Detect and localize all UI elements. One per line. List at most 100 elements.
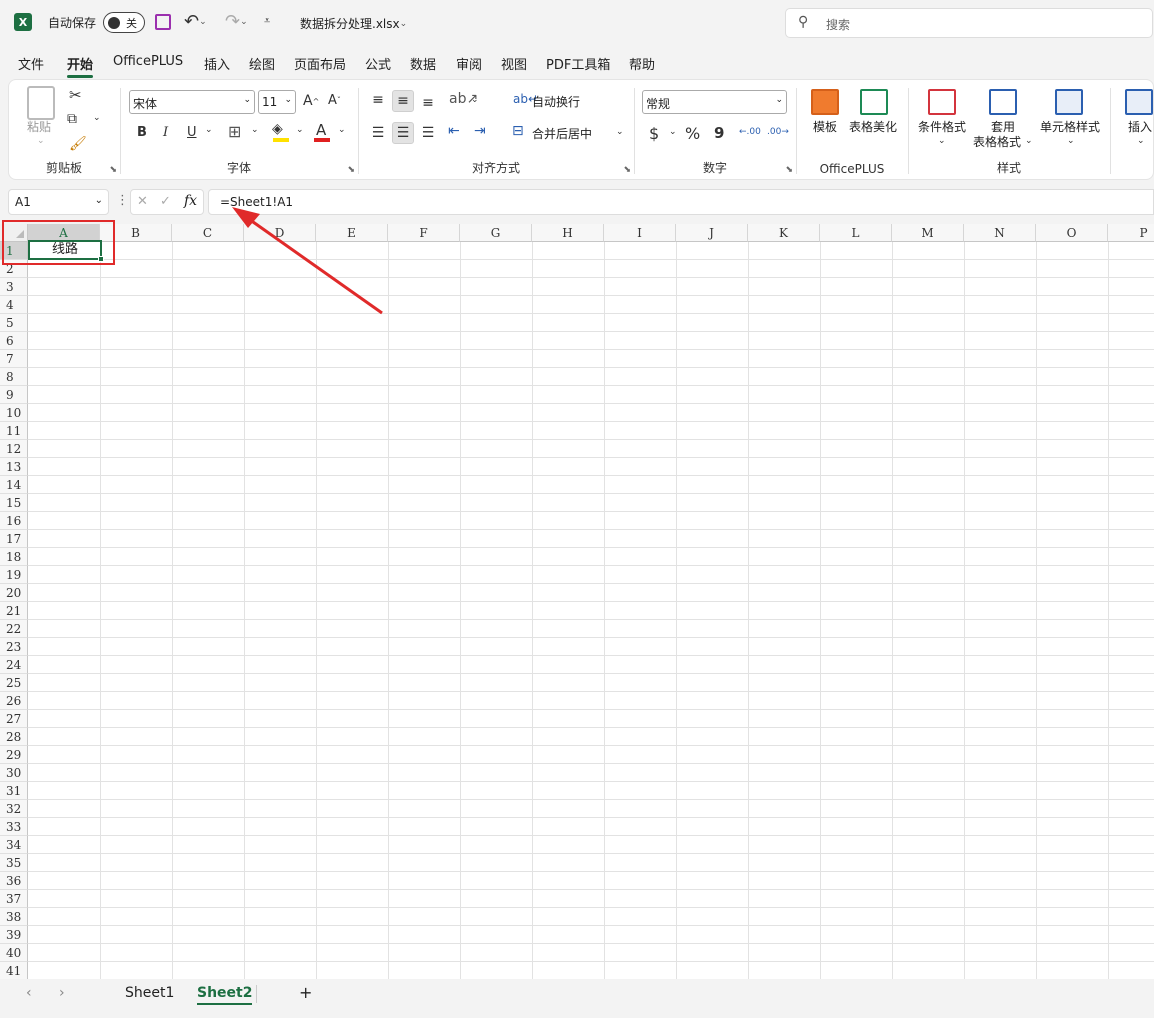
tab-file[interactable]: 文件 — [18, 54, 44, 73]
conditional-format-icon[interactable] — [928, 89, 956, 115]
chevron-down-icon[interactable]: ⌄ — [205, 125, 213, 135]
column-header-m[interactable]: M — [892, 224, 964, 242]
row-header-14[interactable]: 14 — [0, 476, 28, 494]
chevron-down-icon[interactable]: ⌄ — [338, 125, 346, 135]
tab-insert[interactable]: 插入 — [204, 54, 230, 73]
row-header-10[interactable]: 10 — [0, 404, 28, 422]
row-header-19[interactable]: 19 — [0, 566, 28, 584]
merge-center-label[interactable]: 合并后居中 — [532, 127, 592, 142]
dialog-launcher-icon[interactable]: ⬊ — [347, 165, 355, 175]
align-bottom-icon[interactable]: ≡ — [418, 93, 438, 113]
align-middle-icon[interactable]: ≡ — [392, 90, 414, 112]
copy-icon[interactable]: ⧉ — [67, 111, 77, 127]
beautify-table-icon[interactable] — [860, 89, 888, 115]
borders-icon[interactable]: ⊞ — [228, 122, 241, 141]
redo-icon[interactable]: ↷ ⌄ — [225, 11, 248, 32]
enter-icon[interactable]: ✓ — [160, 194, 171, 209]
row-header-31[interactable]: 31 — [0, 782, 28, 800]
column-header-k[interactable]: K — [748, 224, 820, 242]
insert-function-icon[interactable]: fx — [184, 193, 197, 209]
column-header-o[interactable]: O — [1036, 224, 1108, 242]
row-header-25[interactable]: 25 — [0, 674, 28, 692]
row-header-30[interactable]: 30 — [0, 764, 28, 782]
tab-page-layout[interactable]: 页面布局 — [294, 54, 346, 73]
insert-label[interactable]: 插入 — [1128, 120, 1152, 135]
percent-icon[interactable]: % — [685, 124, 700, 143]
currency-icon[interactable]: $ — [649, 124, 659, 143]
chevron-down-icon[interactable]: ⌄ — [93, 113, 101, 123]
comma-style-icon[interactable]: 9 — [714, 124, 724, 142]
customize-qat-icon[interactable]: ⩡ — [264, 14, 270, 28]
increase-font-size-icon[interactable]: A ^ — [303, 93, 319, 109]
align-right-icon[interactable]: ☰ — [418, 123, 438, 143]
row-header-21[interactable]: 21 — [0, 602, 28, 620]
cut-icon[interactable]: ✂ — [69, 86, 82, 104]
italic-button[interactable]: I — [163, 125, 168, 140]
column-header-h[interactable]: H — [532, 224, 604, 242]
format-as-table-icon[interactable] — [989, 89, 1017, 115]
row-header-17[interactable]: 17 — [0, 530, 28, 548]
row-header-29[interactable]: 29 — [0, 746, 28, 764]
row-header-28[interactable]: 28 — [0, 728, 28, 746]
align-top-icon[interactable]: ≡ — [368, 90, 388, 110]
tab-formulas[interactable]: 公式 — [365, 54, 391, 73]
file-name[interactable]: 数据拆分处理.xlsx ⌄ — [300, 15, 407, 32]
row-header-15[interactable]: 15 — [0, 494, 28, 512]
formula-input[interactable]: =Sheet1!A1 — [208, 189, 1154, 215]
insert-cells-icon[interactable] — [1125, 89, 1153, 115]
row-header-3[interactable]: 3 — [0, 278, 28, 296]
paste-icon[interactable] — [27, 86, 55, 120]
row-header-26[interactable]: 26 — [0, 692, 28, 710]
row-header-39[interactable]: 39 — [0, 926, 28, 944]
dialog-launcher-icon[interactable]: ⬊ — [623, 165, 631, 175]
tab-officeplus[interactable]: OfficePLUS — [113, 54, 183, 69]
row-header-8[interactable]: 8 — [0, 368, 28, 386]
undo-icon[interactable]: ↶ ⌄ — [184, 11, 207, 32]
cell-styles-icon[interactable] — [1055, 89, 1083, 115]
chevron-down-icon[interactable]: ⌄ — [37, 136, 45, 146]
column-header-g[interactable]: G — [460, 224, 532, 242]
increase-indent-icon[interactable]: ⇥ — [474, 123, 486, 139]
row-header-37[interactable]: 37 — [0, 890, 28, 908]
wrap-text-label[interactable]: 自动换行 — [532, 95, 580, 110]
more-options-icon[interactable]: ⋮ — [116, 193, 129, 208]
next-sheet-icon[interactable]: › — [59, 985, 65, 1001]
column-header-l[interactable]: L — [820, 224, 892, 242]
number-format-select[interactable]: 常规 ⌄ — [642, 90, 787, 114]
dialog-launcher-icon[interactable]: ⬊ — [109, 165, 117, 175]
font-size-select[interactable]: 11 ⌄ — [258, 90, 296, 114]
chevron-down-icon[interactable]: ⌄ — [938, 136, 946, 146]
search-input[interactable]: ⚲ 搜索 — [785, 8, 1153, 38]
tab-help[interactable]: 帮助 — [629, 54, 655, 73]
chevron-down-icon[interactable]: ⌄ — [251, 125, 259, 135]
add-sheet-button[interactable]: + — [299, 983, 312, 1002]
prev-sheet-icon[interactable]: ‹ — [26, 985, 32, 1001]
chevron-down-icon[interactable]: ⌄ — [1025, 136, 1033, 146]
column-header-i[interactable]: I — [604, 224, 676, 242]
conditional-format-label[interactable]: 条件格式 — [918, 120, 966, 135]
tab-view[interactable]: 视图 — [501, 54, 527, 73]
format-painter-icon[interactable]: 🖌 — [69, 136, 87, 152]
row-header-41[interactable]: 41 — [0, 962, 28, 979]
column-header-f[interactable]: F — [388, 224, 460, 242]
save-icon[interactable] — [155, 14, 171, 30]
row-header-23[interactable]: 23 — [0, 638, 28, 656]
row-header-35[interactable]: 35 — [0, 854, 28, 872]
format-as-table-label-1[interactable]: 套用 — [991, 120, 1015, 135]
name-box[interactable]: A1 ⌄ — [8, 189, 109, 215]
align-center-icon[interactable]: ☰ — [392, 122, 414, 144]
row-header-18[interactable]: 18 — [0, 548, 28, 566]
column-header-c[interactable]: C — [172, 224, 244, 242]
row-header-6[interactable]: 6 — [0, 332, 28, 350]
row-header-22[interactable]: 22 — [0, 620, 28, 638]
beautify-table-label[interactable]: 表格美化 — [849, 120, 897, 135]
decrease-indent-icon[interactable]: ⇤ — [448, 123, 460, 139]
template-icon[interactable] — [811, 89, 839, 115]
column-header-p[interactable]: P — [1108, 224, 1154, 242]
chevron-down-icon[interactable]: ⌄ — [1067, 136, 1075, 146]
row-header-38[interactable]: 38 — [0, 908, 28, 926]
row-header-5[interactable]: 5 — [0, 314, 28, 332]
format-as-table-label-2[interactable]: 表格格式 — [973, 135, 1021, 150]
tab-draw[interactable]: 绘图 — [249, 54, 275, 73]
cell-styles-label[interactable]: 单元格样式 — [1040, 120, 1100, 135]
